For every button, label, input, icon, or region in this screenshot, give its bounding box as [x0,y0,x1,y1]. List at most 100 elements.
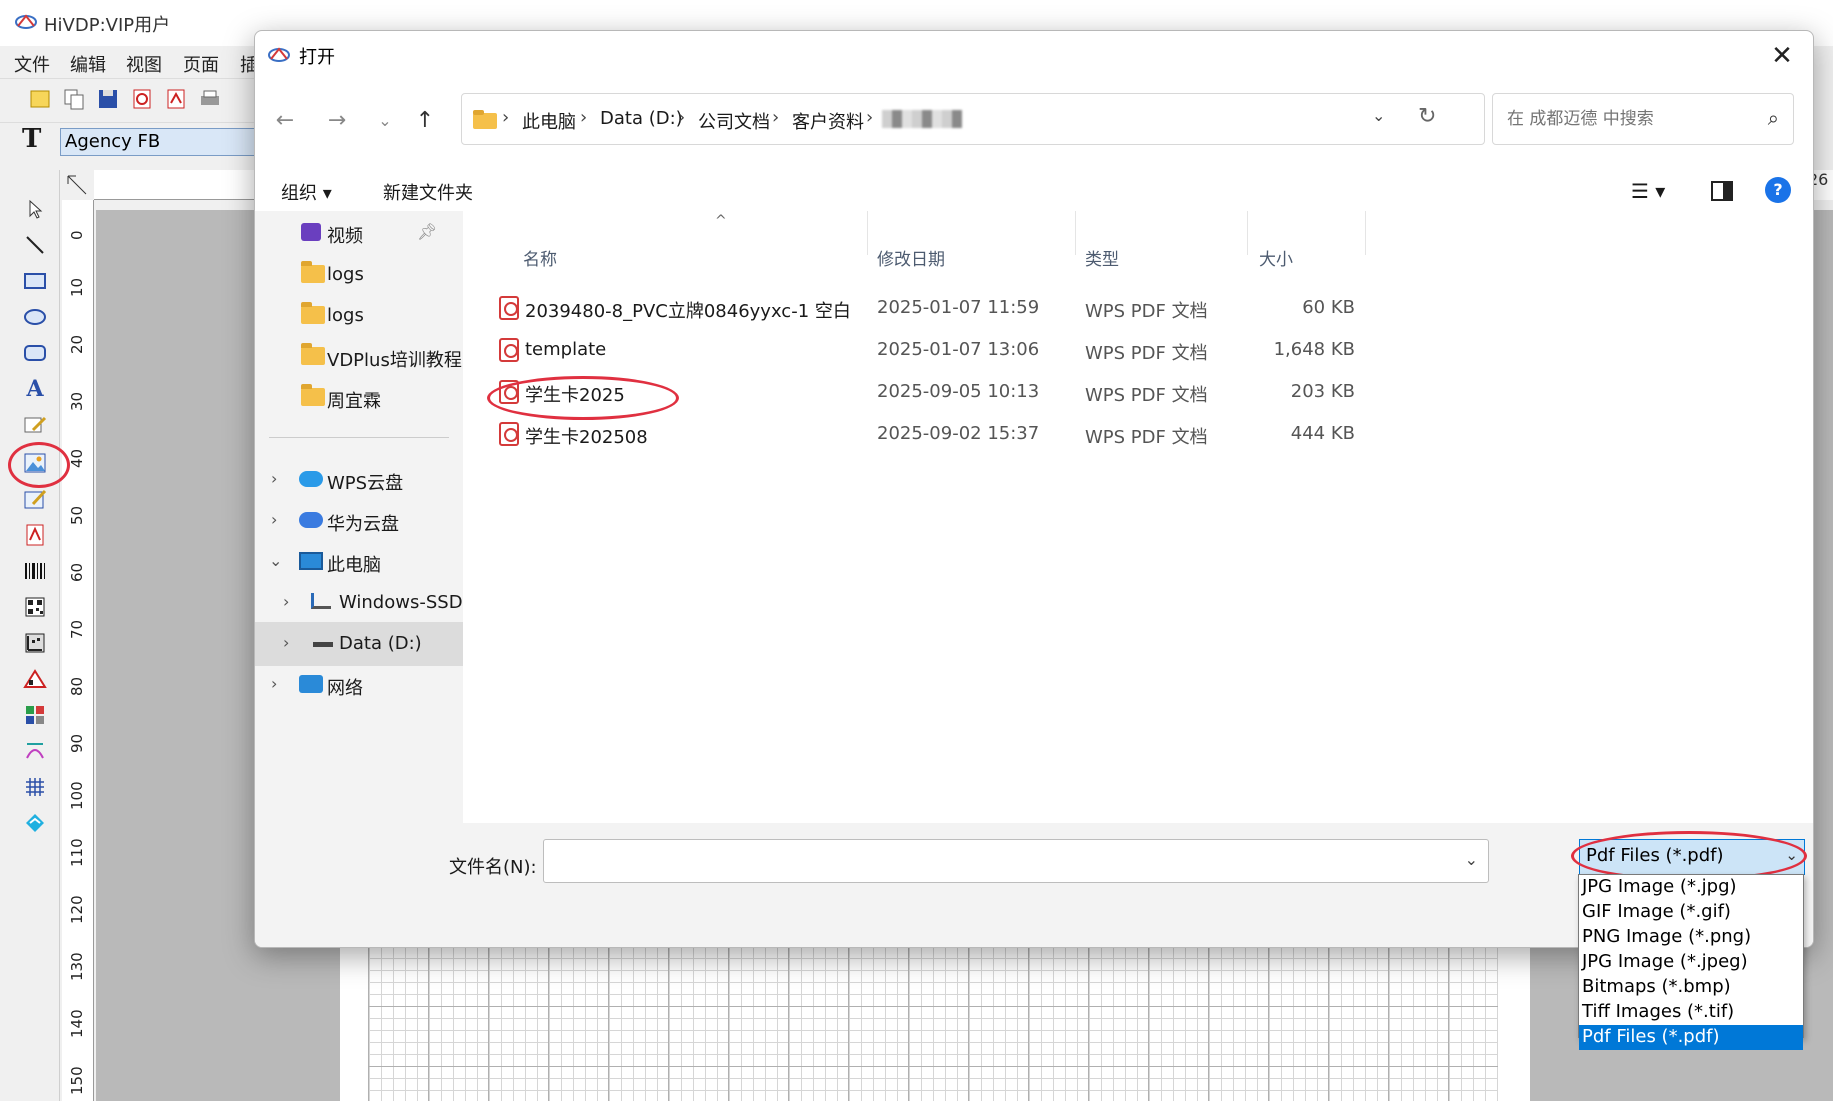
font-name-select[interactable]: Agency FB [60,128,260,156]
search-input[interactable] [1505,106,1745,132]
address-dropdown-icon[interactable]: ⌄ [1372,106,1385,125]
ellipse-tool-icon[interactable] [22,304,48,330]
expand-chevron-icon[interactable]: › [271,510,277,529]
column-header-size[interactable]: 大小 [1259,245,1293,270]
line-tool-icon[interactable] [22,232,48,258]
drive-icon [313,642,333,647]
datamatrix-icon[interactable] [22,630,48,656]
refresh-icon[interactable]: ↻ [1418,104,1436,129]
pdf-export-icon[interactable] [130,87,156,113]
text-tool-icon[interactable]: T [22,124,41,154]
rounded-rect-tool-icon[interactable] [22,340,48,366]
column-header-date[interactable]: 修改日期 [877,245,945,270]
file-type: WPS PDF 文档 [1085,385,1208,406]
expand-chevron-icon[interactable]: › [283,592,289,611]
save-icon[interactable] [96,87,122,113]
redacted-folder-name [882,110,962,128]
triangle-shape-icon[interactable] [22,666,48,692]
filter-option[interactable]: Bitmaps (*.bmp) [1579,975,1803,1000]
barcode-icon[interactable] [22,558,48,584]
menu-view[interactable]: 视图 [126,51,162,77]
preview-pane-icon[interactable] [1711,181,1733,201]
curve-tool-icon[interactable] [22,738,48,764]
color-grid-icon[interactable] [22,702,48,728]
pointer-icon[interactable] [22,196,48,222]
edit-text-icon[interactable] [22,412,48,438]
file-type: WPS PDF 文档 [1085,427,1208,448]
diamond-tool-icon[interactable] [22,810,48,836]
breadcrumb-this-pc[interactable]: 此电脑 [522,108,576,134]
pdf-insert-icon[interactable] [22,522,48,548]
column-divider [867,211,868,255]
rectangle-tool-icon[interactable] [22,268,48,294]
breadcrumb-company-docs[interactable]: 公司文档 [698,108,770,134]
expand-chevron-icon[interactable]: › [271,674,277,693]
filter-option[interactable]: Tiff Images (*.tif) [1579,1000,1803,1025]
table-grid-icon[interactable] [22,774,48,800]
breadcrumb-separator: › [502,107,510,128]
expand-chevron-icon[interactable]: › [271,469,277,488]
close-icon[interactable]: ✕ [1765,39,1799,73]
menu-file[interactable]: 文件 [14,51,50,77]
filename-input[interactable]: ⌄ [543,839,1489,883]
ruler-tick-label: 140 [68,1009,86,1038]
nav-item-network[interactable]: › 网络 [255,663,463,707]
file-row[interactable]: 2039480-8_PVC立牌0846yyxc-1 空白 2025-01-07 … [485,289,1585,325]
file-name: 2039480-8_PVC立牌0846yyxc-1 空白 [525,301,851,322]
menu-edit[interactable]: 编辑 [70,51,106,77]
nav-item-videos[interactable]: 视频 📌︎ [255,211,463,255]
address-bar[interactable]: › 此电脑 › Data (D:) › 公司文档 › 客户资料 › ⌄ ↻ [461,93,1485,145]
organize-button[interactable]: 组织 ▾ [281,179,332,205]
file-type: WPS PDF 文档 [1085,343,1208,364]
filter-option[interactable]: JPG Image (*.jpg) [1579,875,1803,900]
print-icon[interactable] [198,87,224,113]
dialog-logo-icon [267,45,291,65]
column-header-type[interactable]: 类型 [1085,245,1119,270]
ruler-tick-label: 60 [68,562,86,582]
file-row[interactable]: 学生卡202508 2025-09-02 15:37 WPS PDF 文档 44… [485,415,1585,451]
filter-option[interactable]: JPG Image (*.jpeg) [1579,950,1803,975]
nav-item-zhouyilin[interactable]: 周宜霖 [255,376,463,420]
collapse-chevron-icon[interactable]: ⌄ [269,551,282,570]
nav-item-logs[interactable]: logs [255,253,463,297]
nav-item-vdplus-tutorial[interactable]: VDPlus培训教程 [255,335,463,379]
ruler-tick-label: 70 [68,619,86,639]
copy-icon[interactable] [62,87,88,113]
app-toolbar [0,78,260,122]
file-size: 1,648 KB [1273,339,1355,360]
nav-item-huawei-cloud[interactable]: › 华为云盘 [255,499,463,543]
text-tool-a-icon[interactable]: A [22,376,48,402]
qrcode-icon[interactable] [22,594,48,620]
filter-option-selected[interactable]: Pdf Files (*.pdf) [1579,1025,1803,1050]
folder-icon [472,108,498,129]
breadcrumb-client-data[interactable]: 客户资料 [792,108,864,134]
nav-item-this-pc[interactable]: ⌄ 此电脑 [255,540,463,584]
column-header-name[interactable]: 名称 [523,245,557,270]
folder-icon [301,384,325,406]
nav-item-data-d[interactable]: › Data (D:) [255,622,463,666]
filter-option[interactable]: PNG Image (*.png) [1579,925,1803,950]
new-folder-button[interactable]: 新建文件夹 [383,179,473,205]
file-row[interactable]: template 2025-01-07 13:06 WPS PDF 文档 1,6… [485,331,1585,367]
pdf-file-icon [499,422,519,446]
menu-page[interactable]: 页面 [183,51,219,77]
help-icon[interactable]: ? [1765,177,1791,203]
image-edit-icon[interactable] [22,486,48,512]
nav-item-wps-cloud[interactable]: › WPS云盘 [255,458,463,502]
annotation-circle-file [487,376,679,420]
back-arrow-icon[interactable]: ← [265,101,305,141]
new-file-icon[interactable] [28,87,54,113]
breadcrumb-data-d[interactable]: Data (D:) [600,108,683,129]
filter-option[interactable]: GIF Image (*.gif) [1579,900,1803,925]
chevron-down-icon[interactable]: ⌄ [1465,850,1478,869]
pdf-icon[interactable] [164,87,190,113]
view-menu-icon[interactable]: ☰ ▾ [1631,179,1665,203]
nav-item-windows-ssd[interactable]: › Windows-SSD [255,581,463,625]
search-box[interactable]: ⌕ [1492,93,1794,145]
expand-chevron-icon[interactable]: › [283,633,289,652]
recent-locations-chevron-icon[interactable]: ⌄ [365,101,405,141]
app-menubar: 文件 编辑 视图 页面 插 [0,46,260,76]
up-arrow-icon[interactable]: ↑ [405,101,445,141]
forward-arrow-icon[interactable]: → [317,101,357,141]
nav-item-logs-2[interactable]: logs [255,294,463,338]
